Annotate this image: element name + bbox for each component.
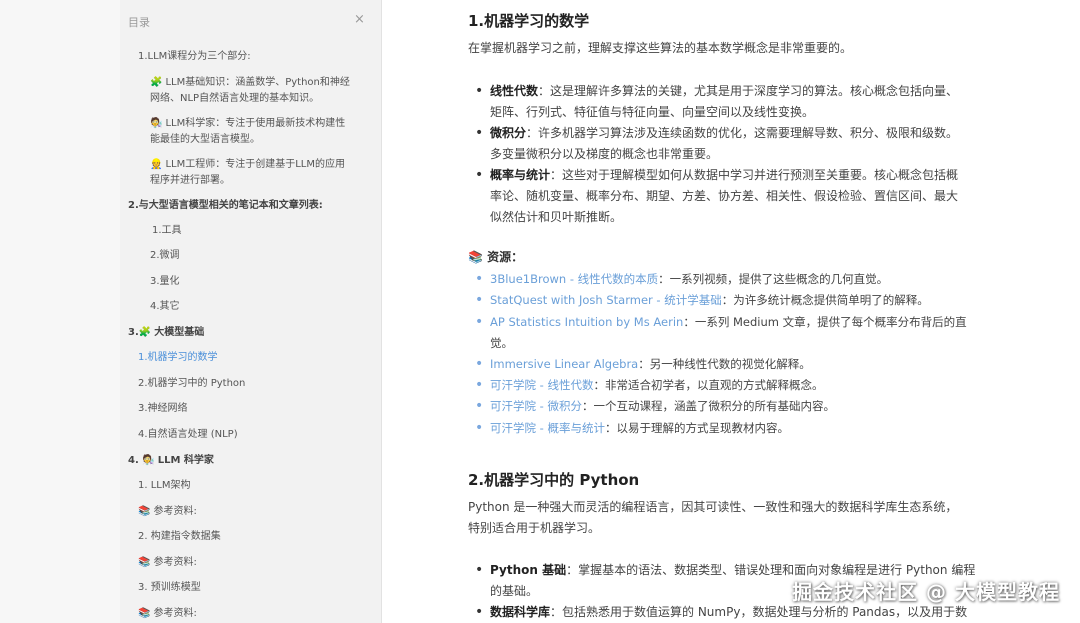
resource-link[interactable]: 3Blue1Brown - 线性代数的本质 xyxy=(490,272,658,286)
toc-title: 目录 xyxy=(128,16,150,29)
resource-link[interactable]: Immersive Linear Algebra xyxy=(490,357,638,371)
resource-link[interactable]: 可汗学院 - 微积分 xyxy=(490,399,582,413)
scientist-icon: 🧑‍🔬 xyxy=(150,118,163,129)
resource-item: 可汗学院 - 线性代数：非常适合初学者，以直观的方式解释概念。 xyxy=(475,375,995,396)
toc-item[interactable]: 4.其它 xyxy=(150,299,180,315)
puzzle-icon: 🧩 xyxy=(138,327,152,338)
watermark: 掘金技术社区 @ 大模型教程 xyxy=(792,580,1060,604)
resource-item: 3Blue1Brown - 线性代数的本质：一系列视频，提供了这些概念的几何直觉… xyxy=(475,269,995,290)
section-title: 2.机器学习中的 Python xyxy=(468,471,640,489)
resource-link[interactable]: 可汗学院 - 线性代数 xyxy=(490,378,593,392)
bullet-item: 概率与统计：这些对于理解模型如何从数据中学习并进行预测至关重要。核心概念包括概 … xyxy=(475,165,995,228)
resource-item: 可汗学院 - 概率与统计：以易于理解的方式呈现教材内容。 xyxy=(475,418,995,439)
table-of-contents-sidebar: 目录 × 1.LLM课程分为三个部分: 🧩 LLM基础知识：涵盖数学、Python… xyxy=(120,0,382,623)
bullet-item: 微积分：许多机器学习算法涉及连续函数的优化，这需要理解导数、积分、极限和级数。 … xyxy=(475,123,995,165)
bullet-item: 线性代数：这是理解许多算法的关键，尤其是用于深度学习的算法。核心概念包括向量、 … xyxy=(475,81,995,123)
resource-item: 可汗学院 - 微积分：一个互动课程，涵盖了微积分的所有基础内容。 xyxy=(475,396,995,417)
resource-item: Immersive Linear Algebra：另一种线性代数的视觉化解释。 xyxy=(475,354,995,375)
toc-item[interactable]: 3.神经网络 xyxy=(138,401,188,417)
toc-item[interactable]: 2.微调 xyxy=(150,248,180,264)
toc-item[interactable]: 3.🧩 大模型基础 xyxy=(128,325,204,341)
section-intro: Python 是一种强大而灵活的编程语言，因其可读性、一致性和强大的数据科学库生… xyxy=(468,500,958,535)
resource-link[interactable]: 可汗学院 - 概率与统计 xyxy=(490,421,605,435)
books-icon: 📚 xyxy=(138,506,151,517)
books-icon: 📚 xyxy=(468,250,483,264)
resource-link[interactable]: AP Statistics Intuition by Ms Aerin xyxy=(490,315,683,329)
toc-item[interactable]: 3.量化 xyxy=(150,274,180,290)
scientist-icon: 🧑‍🔬 xyxy=(142,455,155,466)
toc-item[interactable]: 3. 预训练模型 xyxy=(138,580,201,596)
toc-item[interactable]: 1.LLM课程分为三个部分: xyxy=(138,49,251,65)
toc-item[interactable]: 4.自然语言处理 (NLP) xyxy=(138,427,238,443)
toc-item-active[interactable]: 1.机器学习的数学 xyxy=(138,350,218,366)
books-icon: 📚 xyxy=(138,608,151,619)
resource-link[interactable]: StatQuest with Josh Starmer - 统计学基础 xyxy=(490,293,722,307)
resource-item: StatQuest with Josh Starmer - 统计学基础：为许多统… xyxy=(475,290,995,311)
toc-item[interactable]: 2.与大型语言模型相关的笔记本和文章列表: xyxy=(128,198,323,214)
toc-item[interactable]: 2. 构建指令数据集 xyxy=(138,529,221,545)
bullet-item: 数据科学库：包括熟悉用于数值运算的 NumPy，数据处理与分析的 Pandas，… xyxy=(475,602,995,623)
resources-heading: 📚 资源： xyxy=(468,250,524,264)
toc-item[interactable]: 🧑‍🔬 LLM科学家：专注于使用最新技术构建性 能最佳的大型语言模型。 xyxy=(150,116,345,148)
article-content: 1.机器学习的数学 在掌握机器学习之前，理解支撑这些算法的基本数学概念是非常重要… xyxy=(383,0,1080,623)
puzzle-icon: 🧩 xyxy=(150,77,163,88)
toc-item[interactable]: 4. 🧑‍🔬 LLM 科学家 xyxy=(128,453,214,469)
toc-item[interactable]: 📚 参考资料: xyxy=(138,504,197,520)
section-title: 1.机器学习的数学 xyxy=(468,12,590,30)
engineer-icon: 👷 xyxy=(150,159,163,170)
toc-item[interactable]: 👷 LLM工程师：专注于创建基于LLM的应用 程序并进行部署。 xyxy=(150,157,345,189)
toc-item[interactable]: 📚 参考资料: xyxy=(138,606,197,622)
books-icon: 📚 xyxy=(138,557,151,568)
close-icon[interactable]: × xyxy=(354,12,365,27)
toc-item[interactable]: 1. LLM架构 xyxy=(138,478,191,494)
resource-item: AP Statistics Intuition by Ms Aerin：一系列 … xyxy=(475,312,995,354)
toc-item[interactable]: 🧩 LLM基础知识：涵盖数学、Python和神经 网络、NLP自然语言处理的基本知… xyxy=(150,75,350,107)
left-margin xyxy=(0,0,120,623)
toc-item[interactable]: 2.机器学习中的 Python xyxy=(138,376,245,392)
toc-item[interactable]: 1.工具 xyxy=(152,223,182,239)
toc-item[interactable]: 📚 参考资料: xyxy=(138,555,197,571)
section-intro: 在掌握机器学习之前，理解支撑这些算法的基本数学概念是非常重要的。 xyxy=(468,41,853,55)
